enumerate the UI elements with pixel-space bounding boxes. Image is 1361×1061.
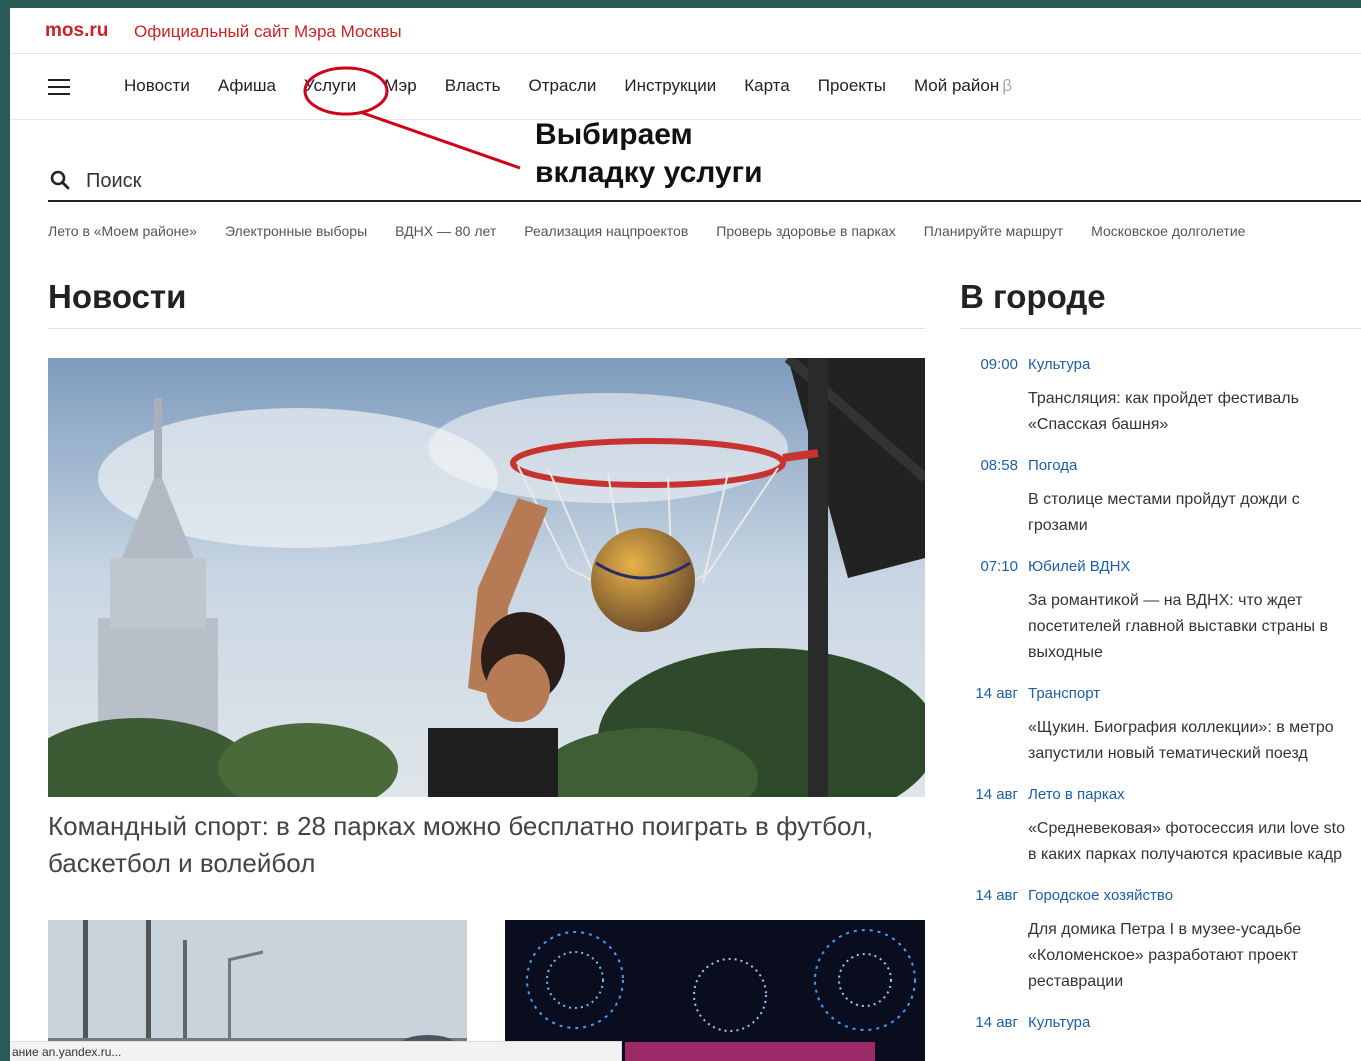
feed-category[interactable]: Юбилей ВДНХ	[1028, 558, 1130, 575]
nav-item-news[interactable]: Новости	[124, 76, 190, 96]
quick-link-health-parks[interactable]: Проверь здоровье в парках	[716, 223, 895, 239]
browser-page: mos.ru Официальный сайт Мэра Москвы Ново…	[10, 8, 1361, 1061]
quick-link-plan-route[interactable]: Планируйте маршрут	[924, 223, 1063, 239]
nav-item-mayor[interactable]: Мэр	[384, 76, 416, 96]
feed-time: 07:10	[980, 558, 1018, 575]
feed-headline[interactable]: За романтикой — на ВДНХ: что ждет посети…	[1028, 588, 1361, 666]
quick-link-e-elections[interactable]: Электронные выборы	[225, 223, 367, 239]
feed-item: 08:58 Погода В столице местами пройдут до…	[960, 457, 1361, 539]
site-logo[interactable]: mos.ru	[45, 20, 108, 42]
menu-icon[interactable]	[48, 79, 70, 96]
news-thumbnail-fireworks[interactable]	[505, 920, 925, 1061]
news-divider	[48, 328, 925, 329]
city-section-title[interactable]: В городе	[960, 278, 1106, 316]
city-divider	[960, 328, 1361, 329]
feed-item: 14 авг Лето в парках «Средневековая» фото…	[960, 786, 1361, 868]
feed-headline[interactable]: Для домика Петра I в музее-усадьбе «Коло…	[1028, 917, 1361, 995]
quick-link-vdnh-80[interactable]: ВДНХ — 80 лет	[395, 223, 496, 239]
nav-items: Новости Афиша Услуги Мэр Власть Отрасли …	[124, 76, 1040, 96]
nav-item-my-district[interactable]: Мой район β	[914, 76, 1012, 96]
feed-time: 14 авг	[975, 1014, 1018, 1031]
nav-item-instructions[interactable]: Инструкции	[624, 76, 716, 96]
quick-link-national-projects[interactable]: Реализация нацпроектов	[524, 223, 688, 239]
feed-category[interactable]: Культура	[1028, 1014, 1090, 1031]
nav-item-afisha[interactable]: Афиша	[218, 76, 276, 96]
feed-time: 08:58	[980, 457, 1018, 474]
hero-image[interactable]	[48, 358, 925, 797]
feed-item: 09:00 Культура Трансляция: как пройдет фе…	[960, 356, 1361, 438]
search-icon[interactable]	[50, 170, 70, 190]
nav-item-sectors[interactable]: Отрасли	[529, 76, 597, 96]
feed-category[interactable]: Культура	[1028, 356, 1090, 373]
site-title[interactable]: Официальный сайт Мэра Москвы	[134, 22, 402, 42]
feed-category[interactable]: Городское хозяйство	[1028, 887, 1173, 904]
feed-category[interactable]: Транспорт	[1028, 685, 1100, 702]
feed-time: 14 авг	[975, 786, 1018, 803]
top-bar: mos.ru Официальный сайт Мэра Москвы	[10, 8, 1361, 54]
feed-item: 14 авг Городское хозяйство Для домика Пет…	[960, 887, 1361, 995]
nav-item-my-district-label: Мой район	[913, 76, 1000, 95]
nav-item-map[interactable]: Карта	[744, 76, 790, 96]
news-section-title[interactable]: Новости	[48, 278, 186, 316]
nav-item-government[interactable]: Власть	[445, 76, 501, 96]
feed-time: 14 авг	[975, 685, 1018, 702]
browser-status-bar: ание an.yandex.ru...	[10, 1041, 622, 1061]
nav-item-services[interactable]: Услуги	[304, 76, 356, 96]
hero-headline[interactable]: Командный спорт: в 28 парках можно беспл…	[48, 808, 908, 882]
feed-item: 14 авг Транспорт «Щукин. Биография коллек…	[960, 685, 1361, 767]
feed-headline[interactable]: В столице местами пройдут дожди с грозам…	[1028, 487, 1361, 539]
nav-item-projects[interactable]: Проекты	[818, 76, 886, 96]
quick-link-longevity[interactable]: Московское долголетие	[1091, 223, 1245, 239]
feed-time: 09:00	[980, 356, 1018, 373]
news-thumbnail-bridge[interactable]	[48, 920, 467, 1061]
feed-item: 14 авг Культура	[960, 1014, 1361, 1036]
feed-category[interactable]: Погода	[1028, 457, 1077, 474]
quick-links: Лето в «Моем районе» Электронные выборы …	[48, 223, 1273, 239]
main-nav: Новости Афиша Услуги Мэр Власть Отрасли …	[10, 54, 1361, 120]
quick-link-summer-district[interactable]: Лето в «Моем районе»	[48, 223, 197, 239]
feed-item: 07:10 Юбилей ВДНХ За романтикой — на ВДНХ…	[960, 558, 1361, 666]
feed-time: 14 авг	[975, 887, 1018, 904]
annotation-line-1: Выбираем	[535, 118, 693, 151]
feed-headline[interactable]: «Средневековая» фотосессия или love sto …	[1028, 816, 1361, 868]
city-feed: 09:00 Культура Трансляция: как пройдет фе…	[960, 356, 1361, 1055]
feed-headline[interactable]: Трансляция: как пройдет фестиваль «Спасс…	[1028, 386, 1361, 438]
feed-headline[interactable]: «Щукин. Биография коллекции»: в метро за…	[1028, 715, 1361, 767]
search-input[interactable]	[86, 166, 486, 196]
beta-badge: β	[1002, 76, 1012, 95]
search-bar	[48, 160, 1361, 202]
feed-category[interactable]: Лето в парках	[1028, 786, 1125, 803]
